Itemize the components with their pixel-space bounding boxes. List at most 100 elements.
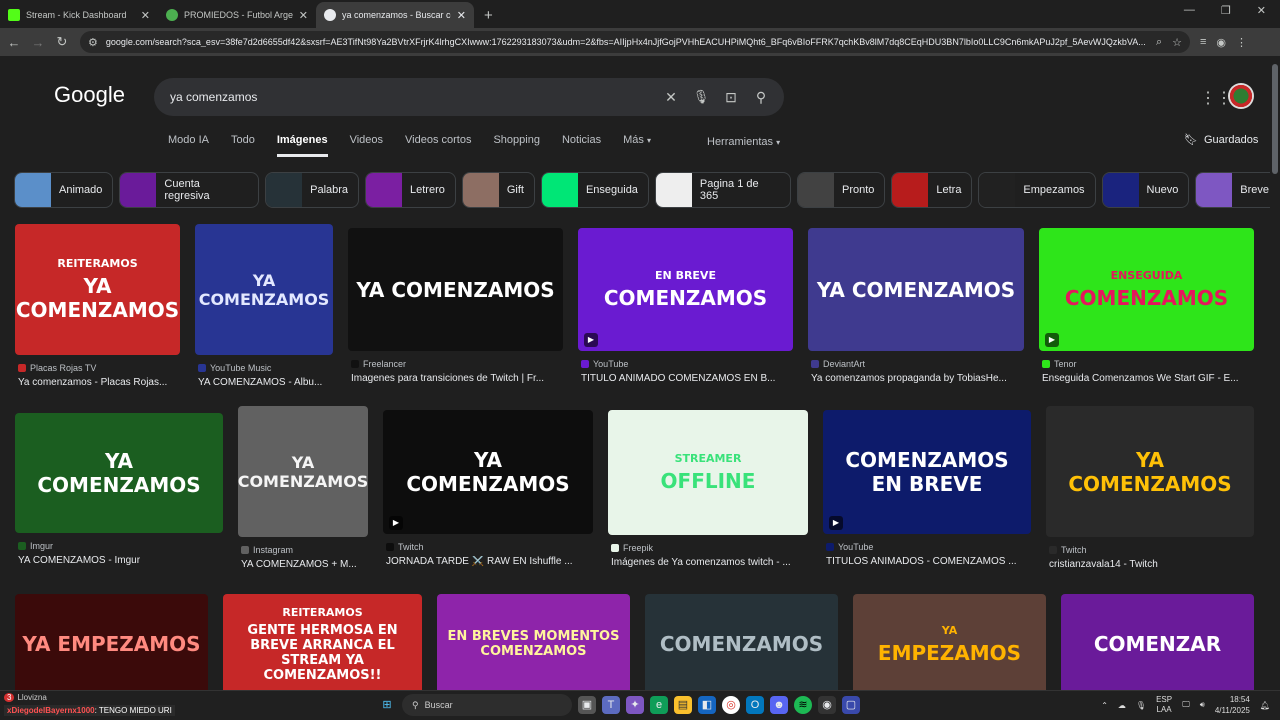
lens-icon[interactable]: ⊡ (716, 89, 746, 106)
tab-imagenes[interactable]: Imágenes (276, 134, 328, 157)
search-input[interactable]: ya comenzamos (170, 90, 656, 104)
result-thumbnail[interactable]: YA COMENZAMOS (195, 224, 333, 355)
result-thumbnail[interactable]: COMENZAR (1061, 594, 1254, 690)
chip-letrero[interactable]: Letrero (365, 172, 456, 208)
result-caption[interactable]: TITULO ANIMADO COMENZAMOS EN B... (581, 373, 796, 384)
back-icon[interactable]: ← (2, 35, 26, 50)
chip-animado[interactable]: Animado (14, 172, 114, 208)
result-thumbnail[interactable]: EN BREVE COMENZAMOS ▶ (578, 228, 793, 351)
result-thumbnail[interactable]: YA EMPEZAMOS (15, 594, 208, 690)
tab-mas[interactable]: Más ▾ (623, 134, 651, 157)
tab-shopping[interactable]: Shopping (493, 134, 540, 157)
chip-nuevo[interactable]: Nuevo (1101, 172, 1190, 208)
copilot-icon[interactable]: ✦ (626, 696, 644, 714)
result-source[interactable]: YouTube (826, 542, 873, 552)
tab-modo-ia[interactable]: Modo IA (168, 134, 209, 157)
result-caption[interactable]: Imágenes de Ya comenzamos twitch - ... (611, 557, 811, 568)
site-info-icon[interactable]: ⚙ (88, 36, 98, 49)
saved-button[interactable]: 🔖︎ Guardados (1184, 133, 1258, 146)
edge-icon[interactable]: e (650, 696, 668, 714)
menu-icon[interactable]: ⋮ (1236, 36, 1247, 49)
language-indicator[interactable]: ESP LAA (1156, 695, 1172, 715)
task-view-icon[interactable]: ▣ (578, 696, 596, 714)
tools-button[interactable]: Herramientas ▾ (707, 136, 780, 148)
chrome-icon[interactable]: ◎ (722, 696, 740, 714)
tab-videos-cortos[interactable]: Videos cortos (405, 134, 471, 157)
result-caption[interactable]: JORNADA TARDE ⚔️ RAW EN Ishuffle ... (386, 556, 596, 567)
close-icon[interactable]: ✕ (457, 9, 466, 22)
result-source[interactable]: YouTube Music (198, 363, 271, 373)
result-source[interactable]: YouTube (581, 359, 628, 369)
result-caption[interactable]: Ya comenzamos - Placas Rojas... (18, 377, 183, 388)
result-source[interactable]: DeviantArt (811, 359, 865, 369)
tab-noticias[interactable]: Noticias (562, 134, 601, 157)
result-thumbnail[interactable]: YA COMENZAMOS (238, 406, 368, 537)
scrollbar[interactable] (1270, 56, 1280, 690)
discord-icon[interactable]: ☻ (770, 696, 788, 714)
result-caption[interactable]: YA COMENZAMOS + M... (241, 559, 371, 570)
tab-search-icon[interactable]: ≡ (1200, 36, 1206, 48)
result-thumbnail[interactable]: YA COMENZAMOS ▶ (383, 410, 593, 534)
chevron-up-icon[interactable]: ⌃ (1101, 701, 1108, 710)
result-caption[interactable]: Enseguida Comenzamos We Start GIF - E... (1042, 373, 1257, 384)
result-caption[interactable]: Imagenes para transiciones de Twitch | F… (351, 373, 566, 384)
tab-videos[interactable]: Videos (350, 134, 383, 157)
minimize-icon[interactable]: — (1184, 4, 1195, 17)
outlook-icon[interactable]: O (746, 696, 764, 714)
microphone-icon[interactable]: 🎙︎ (686, 89, 716, 105)
reload-icon[interactable]: ↻ (50, 34, 74, 50)
result-caption[interactable]: TITULOS ANIMADOS - COMENZAMOS ... (826, 556, 1034, 567)
network-icon[interactable]: 🖵︎ (1182, 700, 1190, 710)
google-logo[interactable]: Google (54, 82, 125, 108)
store-icon[interactable]: ◧ (698, 696, 716, 714)
close-window-icon[interactable]: ✕ (1257, 4, 1266, 17)
teams-icon[interactable]: T (602, 696, 620, 714)
result-caption[interactable]: Ya comenzamos propaganda by TobiasHe... (811, 373, 1027, 384)
result-thumbnail[interactable]: COMENZAMOS (645, 594, 838, 690)
result-thumbnail[interactable]: REITERAMOS YA COMENZAMOS (15, 224, 180, 355)
result-source[interactable]: Twitch (1049, 545, 1087, 555)
forward-icon[interactable]: → (26, 35, 50, 50)
chip-cuenta-regresiva[interactable]: Cuenta regresiva (119, 172, 260, 208)
file-explorer-icon[interactable]: ▤ (674, 696, 692, 714)
tab-todo[interactable]: Todo (231, 134, 255, 157)
volume-icon[interactable]: 🔊︎ (1200, 700, 1205, 710)
chip-breve[interactable]: Breve (1195, 172, 1280, 208)
result-thumbnail[interactable]: ENSEGUIDA COMENZAMOS ▶ (1039, 228, 1254, 351)
clear-icon[interactable]: ✕ (656, 89, 686, 106)
bookmark-star-icon[interactable]: ☆ (1172, 36, 1182, 49)
taskbar-search[interactable]: ⚲ Buscar (402, 694, 572, 716)
chip-gift[interactable]: Gift (461, 172, 535, 208)
browser-tab[interactable]: PROMIEDOS - Futbol Argentino ✕ (158, 2, 316, 28)
result-thumbnail[interactable]: STREAMER OFFLINE (608, 410, 808, 535)
chip-pronto[interactable]: Pronto (796, 172, 886, 208)
clock[interactable]: 18:54 4/11/2025 (1215, 694, 1250, 716)
chip-pagina-1-de-365[interactable]: Pagina 1 de 365 (654, 172, 791, 208)
result-thumbnail[interactable]: YA COMENZAMOS (15, 413, 223, 533)
result-thumbnail[interactable]: COMENZAMOS EN BREVE ▶ (823, 410, 1031, 534)
search-icon[interactable]: ⚲ (746, 89, 776, 106)
result-caption[interactable]: YA COMENZAMOS - Albu... (198, 377, 336, 388)
windows-start-icon[interactable]: ⊞ (378, 696, 396, 714)
mic-icon[interactable]: 🎙︎ (1136, 701, 1146, 710)
result-source[interactable]: Placas Rojas TV (18, 363, 96, 373)
spotify-icon[interactable]: ≋ (794, 696, 812, 714)
scrollbar-thumb[interactable] (1272, 64, 1278, 174)
chip-letra[interactable]: Letra (891, 172, 973, 208)
new-tab-button[interactable]: + (474, 7, 503, 28)
avatar[interactable] (1228, 83, 1254, 109)
result-caption[interactable]: cristianzavala14 - Twitch (1049, 559, 1257, 570)
result-caption[interactable]: YA COMENZAMOS - Imgur (18, 555, 226, 566)
result-thumbnail[interactable]: YA COMENZAMOS (1046, 406, 1254, 537)
chip-empezamos[interactable]: Empezamos (978, 172, 1096, 208)
chip-palabra[interactable]: Palabra (265, 172, 360, 208)
search-box[interactable]: ya comenzamos ✕ 🎙︎ ⊡ ⚲ (154, 78, 784, 116)
result-source[interactable]: Imgur (18, 541, 53, 551)
zoom-icon[interactable]: ⌕ (1156, 36, 1162, 49)
notifications-bell-icon[interactable]: 🔔︎ (1260, 701, 1270, 710)
close-icon[interactable]: ✕ (299, 9, 308, 22)
restore-icon[interactable]: ❐ (1221, 4, 1231, 17)
result-source[interactable]: Freelancer (351, 359, 406, 369)
result-thumbnail[interactable]: EN BREVES MOMENTOS COMENZAMOS (437, 594, 630, 690)
result-thumbnail[interactable]: YA EMPEZAMOS (853, 594, 1046, 690)
